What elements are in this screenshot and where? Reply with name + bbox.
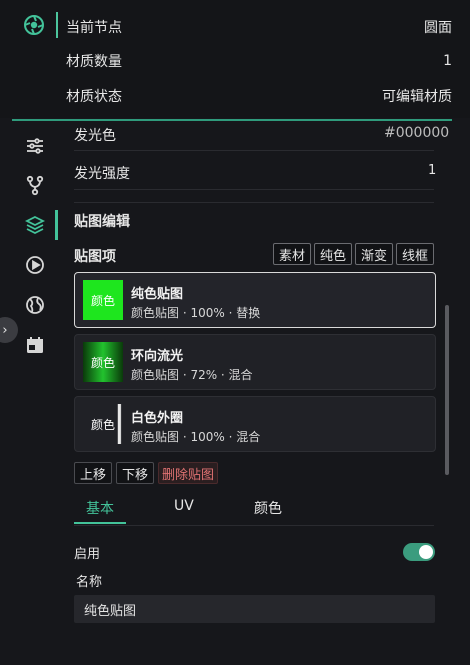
add-wireframe-button[interactable]: 线框 <box>396 243 434 265</box>
texture-title: 白色外圈 <box>131 411 184 426</box>
current-node-row: 当前节点 圆面 <box>66 16 452 38</box>
divider <box>74 150 434 151</box>
row-label: 材质状态 <box>66 89 122 105</box>
row-value: 1 <box>443 53 452 69</box>
branch-icon[interactable] <box>24 174 46 196</box>
color-swatch: 颜色 <box>83 404 123 444</box>
enabled-label: 启用 <box>74 547 101 562</box>
texture-subtitle: 颜色贴图 · 72% · 混合 <box>131 368 253 382</box>
calendar-icon[interactable] <box>24 334 46 356</box>
intensity-label: 发光强度 <box>74 166 130 182</box>
divider <box>74 202 434 203</box>
material-count-row: 材质数量 1 <box>66 50 452 72</box>
active-indicator <box>56 12 58 38</box>
tab-color[interactable]: 颜色 <box>254 498 282 518</box>
row-value: 圆面 <box>424 20 452 36</box>
row-label: 材质数量 <box>66 54 122 70</box>
texture-item[interactable]: 颜色 环向流光 颜色贴图 · 72% · 混合 <box>74 334 436 390</box>
add-solid-button[interactable]: 纯色 <box>314 243 352 265</box>
texture-item[interactable]: 颜色 白色外圈 颜色贴图 · 100% · 混合 <box>74 396 436 452</box>
move-up-button[interactable]: 上移 <box>74 462 112 484</box>
name-field[interactable]: 纯色贴图 <box>74 595 435 623</box>
enabled-toggle[interactable] <box>403 543 435 561</box>
sliders-icon[interactable] <box>24 135 46 157</box>
play-icon[interactable] <box>24 254 46 276</box>
add-gradient-button[interactable]: 渐变 <box>355 243 393 265</box>
delete-texture-button[interactable]: 删除贴图 <box>158 462 218 484</box>
tab-basic[interactable]: 基本 <box>86 498 114 518</box>
move-down-button[interactable]: 下移 <box>116 462 154 484</box>
texture-title: 环向流光 <box>131 349 184 364</box>
tab-underline <box>74 522 126 524</box>
row-value: 可编辑材质 <box>382 89 452 105</box>
emissive-label: 发光色 <box>74 128 116 144</box>
tab-uv[interactable]: UV <box>174 498 194 514</box>
logo-icon <box>22 13 46 37</box>
texture-item[interactable]: 颜色 纯色贴图 颜色贴图 · 100% · 替换 <box>74 272 436 328</box>
sidebar <box>0 121 58 665</box>
texture-subtitle: 颜色贴图 · 100% · 替换 <box>131 306 261 320</box>
divider <box>74 189 434 190</box>
globe-icon[interactable] <box>24 294 46 316</box>
divider <box>74 525 434 526</box>
row-label: 当前节点 <box>66 20 122 36</box>
color-swatch: 颜色 <box>83 342 123 382</box>
toggle-knob <box>419 545 433 559</box>
active-tab-indicator <box>55 210 58 240</box>
chevron-right-icon: › <box>2 322 8 338</box>
texture-subtitle: 颜色贴图 · 100% · 混合 <box>131 430 261 444</box>
node-info-panel: 当前节点 圆面 材质数量 1 材质状态 可编辑材质 <box>0 0 470 118</box>
divider <box>12 119 452 121</box>
emissive-value[interactable]: #000000 <box>384 125 449 141</box>
color-swatch: 颜色 <box>83 280 123 320</box>
texture-items-label: 贴图项 <box>74 249 116 265</box>
name-label: 名称 <box>76 575 103 590</box>
add-asset-button[interactable]: 素材 <box>273 243 311 265</box>
material-state-row: 材质状态 可编辑材质 <box>66 85 452 107</box>
section-title: 贴图编辑 <box>74 214 130 230</box>
intensity-value[interactable]: 1 <box>428 163 436 178</box>
texture-title: 纯色贴图 <box>131 287 184 302</box>
layers-icon[interactable] <box>24 214 46 236</box>
scrollbar[interactable] <box>445 305 449 475</box>
